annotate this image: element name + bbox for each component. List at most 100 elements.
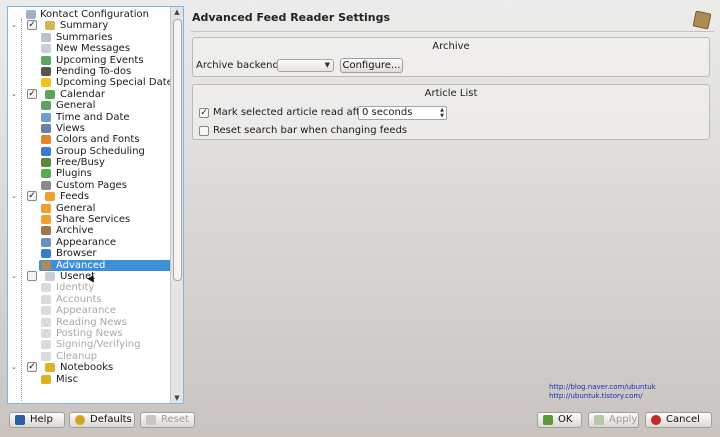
tree-item[interactable]: ⌄ ✓ Notebooks: [8, 362, 170, 373]
tree-item[interactable]: Views: [8, 123, 170, 134]
tree-item[interactable]: Reading News: [8, 317, 170, 328]
tree-item-label: Identity: [56, 282, 95, 294]
tree-item[interactable]: Misc: [8, 374, 170, 385]
tree-item-checkbox[interactable]: ✓: [27, 88, 37, 99]
expander-icon[interactable]: ⌄: [11, 193, 18, 200]
views-icon: [41, 123, 51, 133]
tree-item[interactable]: General: [8, 100, 170, 111]
tree-items: Kontact Configuration ⌄ ✓ Summary Summaries N…: [8, 9, 178, 385]
tree-item[interactable]: Accounts: [8, 294, 170, 305]
tree-item[interactable]: Appearance: [8, 237, 170, 248]
mark-read-checkbox[interactable]: ✓: [199, 108, 209, 118]
tree-item-label: General: [56, 202, 96, 214]
mark-read-delay-spinbox[interactable]: 0 seconds ▲ ▼: [358, 106, 447, 120]
settings-tree[interactable]: Kontact Configuration ⌄ ✓ Summary Summaries N…: [7, 6, 184, 404]
identity-icon: [41, 283, 51, 293]
package-icon: [692, 10, 712, 30]
tree-item[interactable]: Group Scheduling: [8, 146, 170, 157]
tree-item-label: General: [56, 100, 96, 112]
tree-item[interactable]: Cleanup: [8, 351, 170, 362]
tree-item[interactable]: Identity: [8, 282, 170, 293]
reading-icon: [41, 317, 51, 327]
reset-search-label: Reset search bar when changing feeds: [213, 125, 408, 136]
tree-item[interactable]: ⌄ ✓ Summary: [8, 20, 170, 31]
kontact-icon: [26, 10, 36, 19]
accounts-icon: [41, 294, 51, 304]
tree-item-label: Calendar: [60, 88, 105, 100]
tree-item[interactable]: Posting News: [8, 328, 170, 339]
summary-icon: [45, 21, 55, 31]
reset-search-checkbox[interactable]: [199, 126, 209, 136]
scroll-down-icon[interactable]: ▼: [171, 393, 183, 403]
ok-check-icon: [543, 415, 553, 425]
article-list-group: Article List ✓ Mark selected article rea…: [192, 84, 710, 140]
mail-icon: [41, 44, 51, 54]
tree-item-label: Appearance: [56, 236, 117, 248]
tree-item[interactable]: Upcoming Special Dates: [8, 77, 178, 88]
tree-item-label: Summary: [60, 20, 109, 32]
calendar-icon: [45, 89, 55, 99]
tree-item[interactable]: General: [8, 203, 170, 214]
configure-button[interactable]: Configure...: [340, 58, 403, 73]
help-button[interactable]: Help: [9, 412, 65, 428]
tree-item-label: Share Services: [56, 214, 131, 226]
tree-item[interactable]: Upcoming Events: [8, 55, 170, 66]
tree-item-label: Accounts: [56, 293, 102, 305]
tree-item-label: Colors and Fonts: [56, 134, 140, 146]
archive-backend-combo[interactable]: ▼: [277, 59, 334, 72]
tree-item-label: Upcoming Events: [56, 54, 144, 66]
tree-item[interactable]: Advanced: [8, 259, 173, 271]
colors-icon: [41, 135, 51, 145]
todo-icon: [41, 66, 51, 76]
cancel-icon: [651, 415, 661, 425]
scrollbar-thumb[interactable]: [173, 19, 182, 281]
tree-item-label: Group Scheduling: [56, 145, 145, 157]
calendar-icon: [41, 55, 51, 65]
expander-icon[interactable]: ⌄: [11, 90, 18, 98]
tree-item[interactable]: Archive: [8, 225, 170, 236]
spin-arrows-icon[interactable]: ▲ ▼: [440, 107, 444, 119]
reset-icon: [146, 415, 156, 425]
tree-item-checkbox[interactable]: ✓: [27, 191, 37, 202]
tree-item[interactable]: ⌄ ✓ Feeds: [8, 191, 170, 202]
tree-item-label: Views: [56, 122, 85, 134]
tree-item-checkbox[interactable]: [27, 270, 37, 281]
tree-item[interactable]: Signing/Verifying: [8, 339, 170, 350]
usenet-icon: [45, 271, 55, 281]
tree-item-checkbox[interactable]: ✓: [27, 20, 37, 31]
page-title: Advanced Feed Reader Settings: [192, 11, 391, 24]
tree-item[interactable]: Pending To-dos: [8, 66, 170, 77]
apply-check-icon: [594, 415, 604, 425]
defaults-button[interactable]: Defaults: [69, 412, 135, 428]
tree-item[interactable]: Colors and Fonts: [8, 134, 170, 145]
reset-button[interactable]: Reset: [140, 412, 195, 428]
tree-item[interactable]: Appearance: [8, 305, 170, 316]
expander-icon[interactable]: ⌄: [11, 22, 18, 29]
share-icon: [41, 215, 51, 225]
plugin-icon: [41, 169, 51, 179]
tree-item[interactable]: New Messages: [8, 43, 170, 54]
tree-item-checkbox[interactable]: ✓: [27, 362, 37, 373]
tree-item[interactable]: Custom Pages: [8, 180, 170, 191]
tree-item[interactable]: Time and Date: [8, 112, 170, 123]
tree-item[interactable]: ⌄ ✓ Calendar: [8, 88, 170, 100]
tree-item-label: Appearance: [56, 305, 117, 317]
tree-item[interactable]: Summaries: [8, 32, 170, 43]
tree-item-label: Custom Pages: [56, 179, 127, 191]
mark-read-delay-value: 0 seconds: [362, 107, 413, 118]
archive-group: Archive Archive backend: ▼ Configure...: [192, 37, 710, 77]
expander-icon[interactable]: ⌄: [11, 272, 18, 280]
tree-item[interactable]: Plugins: [8, 168, 170, 179]
cancel-button[interactable]: Cancel: [645, 412, 712, 428]
tree-item[interactable]: Free/Busy: [8, 157, 170, 168]
scroll-up-icon[interactable]: ▲: [171, 7, 183, 17]
expander-icon[interactable]: ⌄: [11, 364, 18, 371]
tree-scrollbar[interactable]: ▲ ▼: [170, 7, 183, 403]
tree-item[interactable]: Browser: [8, 248, 170, 259]
tree-item-label: Kontact Configuration: [40, 9, 149, 20]
ok-button[interactable]: OK: [537, 412, 582, 428]
apply-button[interactable]: Apply: [588, 412, 639, 428]
tree-item[interactable]: Kontact Configuration: [8, 9, 170, 20]
article-list-group-title: Article List: [424, 88, 478, 99]
tree-item[interactable]: Share Services: [8, 214, 170, 225]
